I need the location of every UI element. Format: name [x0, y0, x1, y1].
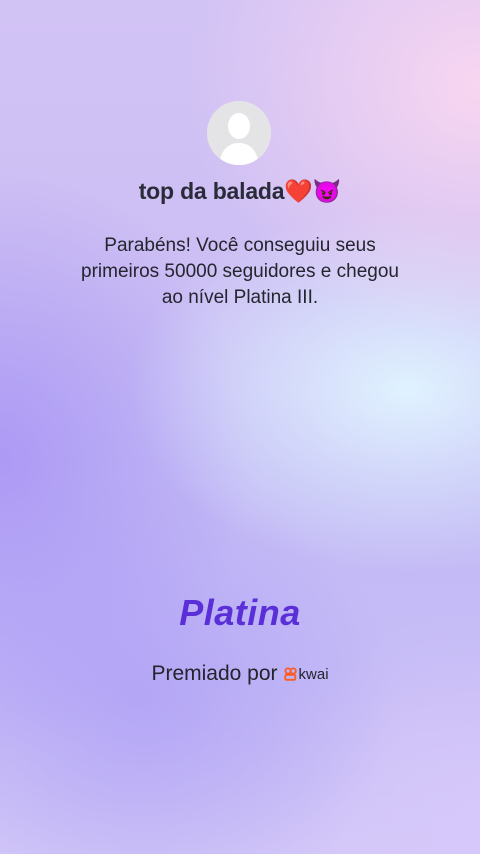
message-line: primeiros 50000 seguidores e chegou	[81, 261, 399, 282]
kwai-logo-icon	[283, 667, 297, 681]
username-text: top da balada	[138, 178, 285, 204]
awarded-by-label: Premiado por	[151, 662, 278, 685]
avatar[interactable]	[207, 101, 271, 165]
awarded-by: Premiado por kwai	[0, 662, 480, 686]
username: top da balada❤️😈	[0, 178, 480, 205]
message-line: ao nível Platina III.	[161, 287, 319, 308]
username-emojis: ❤️😈	[284, 178, 342, 204]
congratulations-message: Parabéns! Você conseguiu seus primeiros …	[50, 233, 430, 311]
kwai-logo: kwai	[283, 665, 329, 683]
default-avatar-icon	[207, 101, 271, 165]
kwai-brand-text: kwai	[298, 665, 329, 683]
level-title: Platina	[179, 592, 301, 633]
message-line: Parabéns! Você conseguiu seus	[104, 235, 376, 256]
